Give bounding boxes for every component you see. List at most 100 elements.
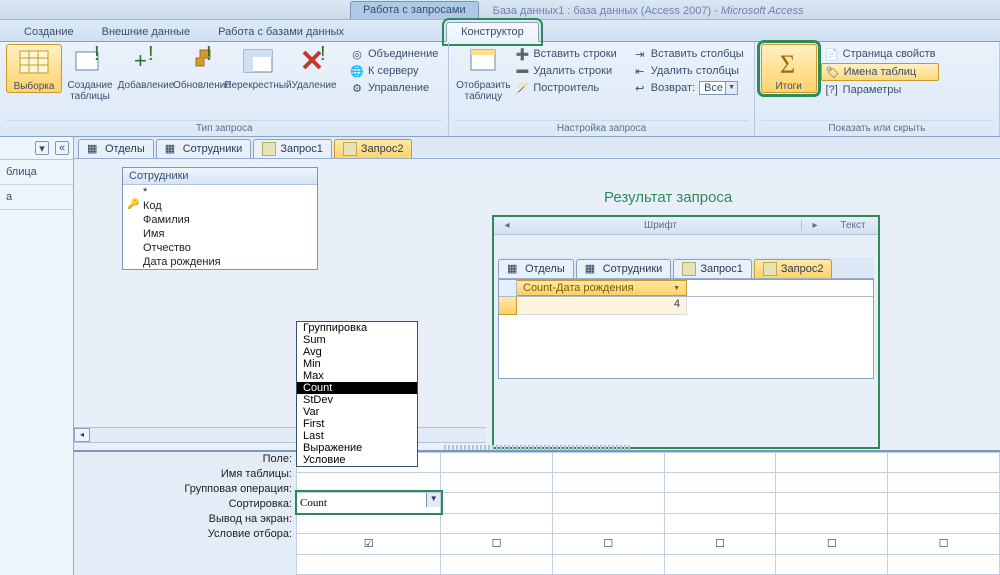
builder-icon: 🪄 — [515, 81, 529, 95]
return-value: Все — [704, 82, 723, 94]
nav-section-2[interactable]: а — [0, 185, 73, 210]
qtype-append-button[interactable]: +! Добавление — [118, 44, 174, 91]
show-checkbox[interactable]: ☐ — [552, 533, 664, 554]
document-tabs: ▦Отделы ▦Сотрудники Запрос1 Запрос2 — [74, 137, 1000, 159]
chevron-down-icon[interactable]: ▼ — [426, 493, 440, 507]
doc-tab-query1[interactable]: Запрос1 — [253, 139, 332, 158]
agg-opt-where[interactable]: Условие — [297, 454, 417, 466]
show-checkbox[interactable]: ☐ — [441, 533, 553, 554]
agg-opt-stdev[interactable]: StDev — [297, 394, 417, 406]
nav-section-1[interactable]: блица — [0, 160, 73, 185]
return-combo[interactable]: Все ▼ — [699, 81, 738, 95]
tab-create[interactable]: Создание — [10, 23, 88, 41]
result-cell[interactable]: 4 — [517, 297, 687, 315]
svg-text:!: ! — [206, 46, 212, 65]
field-kod[interactable]: Код — [123, 199, 317, 213]
qtype-crosstab-button[interactable]: Перекрестный — [230, 44, 286, 91]
overflow-left-icon[interactable]: ◂ — [494, 220, 520, 231]
result-tab-query1[interactable]: Запрос1 — [673, 259, 752, 278]
delete-rows-button[interactable]: ➖ Удалить строки — [511, 63, 620, 79]
table-icon: ▦ — [87, 142, 101, 156]
row-selector[interactable] — [499, 297, 517, 315]
params-button[interactable]: [?]Параметры — [821, 82, 940, 98]
select-all-corner[interactable] — [499, 280, 517, 296]
doc-tab-otdely[interactable]: ▦Отделы — [78, 139, 154, 158]
delete-cols-button[interactable]: ⇤Удалить столбцы — [629, 63, 748, 79]
show-checkbox[interactable]: ☐ — [664, 533, 776, 554]
datadef-label: Управление — [368, 82, 429, 94]
agg-opt-min[interactable]: Min — [297, 358, 417, 370]
show-checkbox[interactable]: ☑ — [297, 533, 441, 554]
field-star[interactable]: * — [123, 185, 317, 199]
tab-design[interactable]: Конструктор — [446, 22, 539, 42]
db-name: База данных1 : база данных (Access 2007)… — [493, 5, 721, 17]
overflow-right-icon[interactable]: ▸ — [802, 220, 828, 231]
qtype-update-button[interactable]: ! Обновление — [174, 44, 230, 91]
ribbon-tab-row: Создание Внешние данные Работа с базами … — [0, 20, 1000, 42]
design-grid-table[interactable]: ▼ ☑ ☐ ☐ ☐ ☐ ☐ — [296, 452, 1000, 575]
aggregate-dropdown-list[interactable]: Группировка Sum Avg Min Max Count StDev … — [296, 321, 418, 467]
qtype-crosstab-label: Перекрестный — [224, 78, 291, 91]
insert-cols-button[interactable]: ⇥Вставить столбцы — [629, 46, 748, 62]
qtype-select-button[interactable]: Выборка — [6, 44, 62, 93]
product-name: Microsoft Access — [721, 5, 804, 17]
agg-opt-group[interactable]: Группировка — [297, 322, 417, 334]
qtype-passthrough-button[interactable]: 🌐К серверу — [346, 63, 442, 79]
doc-tab-sotrudniki[interactable]: ▦Сотрудники — [156, 139, 252, 158]
table-field-list[interactable]: Сотрудники * Код Фамилия Имя Отчество Да… — [122, 167, 318, 270]
prop-sheet-button[interactable]: 📄Страница свойств — [821, 46, 940, 62]
table-icon: ▦ — [507, 262, 521, 276]
nav-dropdown-icon[interactable]: ▾ — [35, 141, 49, 155]
groupop-input[interactable] — [298, 496, 439, 509]
field-otchestvo[interactable]: Отчество — [123, 241, 317, 255]
table-icon: ▦ — [585, 262, 599, 276]
field-imya[interactable]: Имя — [123, 227, 317, 241]
agg-opt-max[interactable]: Max — [297, 370, 417, 382]
append-icon: +! — [130, 46, 162, 78]
qtype-datadef-button[interactable]: ⚙Управление — [346, 80, 442, 96]
tab-external-data[interactable]: Внешние данные — [88, 23, 204, 41]
result-tab-query2[interactable]: Запрос2 — [754, 259, 833, 278]
agg-opt-sum[interactable]: Sum — [297, 334, 417, 346]
show-table-button[interactable]: Отобразить таблицу — [455, 44, 511, 102]
result-column-header[interactable]: Count-Дата рождения▼ — [517, 280, 687, 296]
agg-opt-last[interactable]: Last — [297, 430, 417, 442]
delete-rows-label: Удалить строки — [533, 65, 612, 77]
tab-dbtools[interactable]: Работа с базами данных — [204, 23, 358, 41]
agg-opt-expr[interactable]: Выражение — [297, 442, 417, 454]
chevron-down-icon[interactable]: ▼ — [673, 285, 680, 292]
agg-opt-count[interactable]: Count — [297, 382, 417, 394]
show-table-icon — [467, 46, 499, 78]
nav-collapse-icon[interactable]: « — [55, 141, 69, 155]
qtype-delete-button[interactable]: ! Удаление — [286, 44, 342, 91]
insert-rows-button[interactable]: ➕Вставить строки — [511, 46, 620, 62]
field-familia[interactable]: Фамилия — [123, 213, 317, 227]
dg-label-criteria: Условие отбора: — [74, 527, 292, 542]
table-names-button[interactable]: 🏷Имена таблиц — [821, 63, 940, 81]
scroll-left-icon[interactable]: ◂ — [74, 428, 90, 442]
result-tab-sotrudniki[interactable]: ▦Сотрудники — [576, 259, 672, 278]
doc-tab-query2[interactable]: Запрос2 — [334, 139, 413, 158]
totals-button[interactable]: Σ Итоги — [761, 44, 817, 93]
show-checkbox[interactable]: ☐ — [888, 533, 1000, 554]
result-tab-otdely[interactable]: ▦Отделы — [498, 259, 574, 278]
builder-button[interactable]: 🪄Построитель — [511, 80, 620, 96]
show-checkbox[interactable]: ☐ — [776, 533, 888, 554]
agg-opt-avg[interactable]: Avg — [297, 346, 417, 358]
agg-opt-var[interactable]: Var — [297, 406, 417, 418]
design-grid: Поле: Имя таблицы: Групповая операция: С… — [74, 450, 1000, 575]
hscroll[interactable]: ◂ — [74, 427, 486, 443]
return-icon: ↩ — [633, 81, 647, 95]
return-row: ↩ Возврат: Все ▼ — [629, 80, 748, 96]
field-data-rozhdeniya[interactable]: Дата рождения — [123, 255, 317, 269]
dg-label-show: Вывод на экран: — [74, 512, 292, 527]
query-icon — [262, 142, 276, 156]
show-table-label: Отобразить таблицу — [456, 78, 511, 102]
groupop-cell[interactable]: ▼ — [297, 492, 441, 513]
agg-opt-first[interactable]: First — [297, 418, 417, 430]
qtype-union-button[interactable]: ◎Объединение — [346, 46, 442, 62]
doc-tab-label: Запрос2 — [781, 263, 824, 275]
delete-rows-icon: ➖ — [515, 64, 529, 78]
qtype-maketable-button[interactable]: ! Создание таблицы — [62, 44, 118, 102]
qtype-delete-label: Удаление — [291, 78, 336, 91]
